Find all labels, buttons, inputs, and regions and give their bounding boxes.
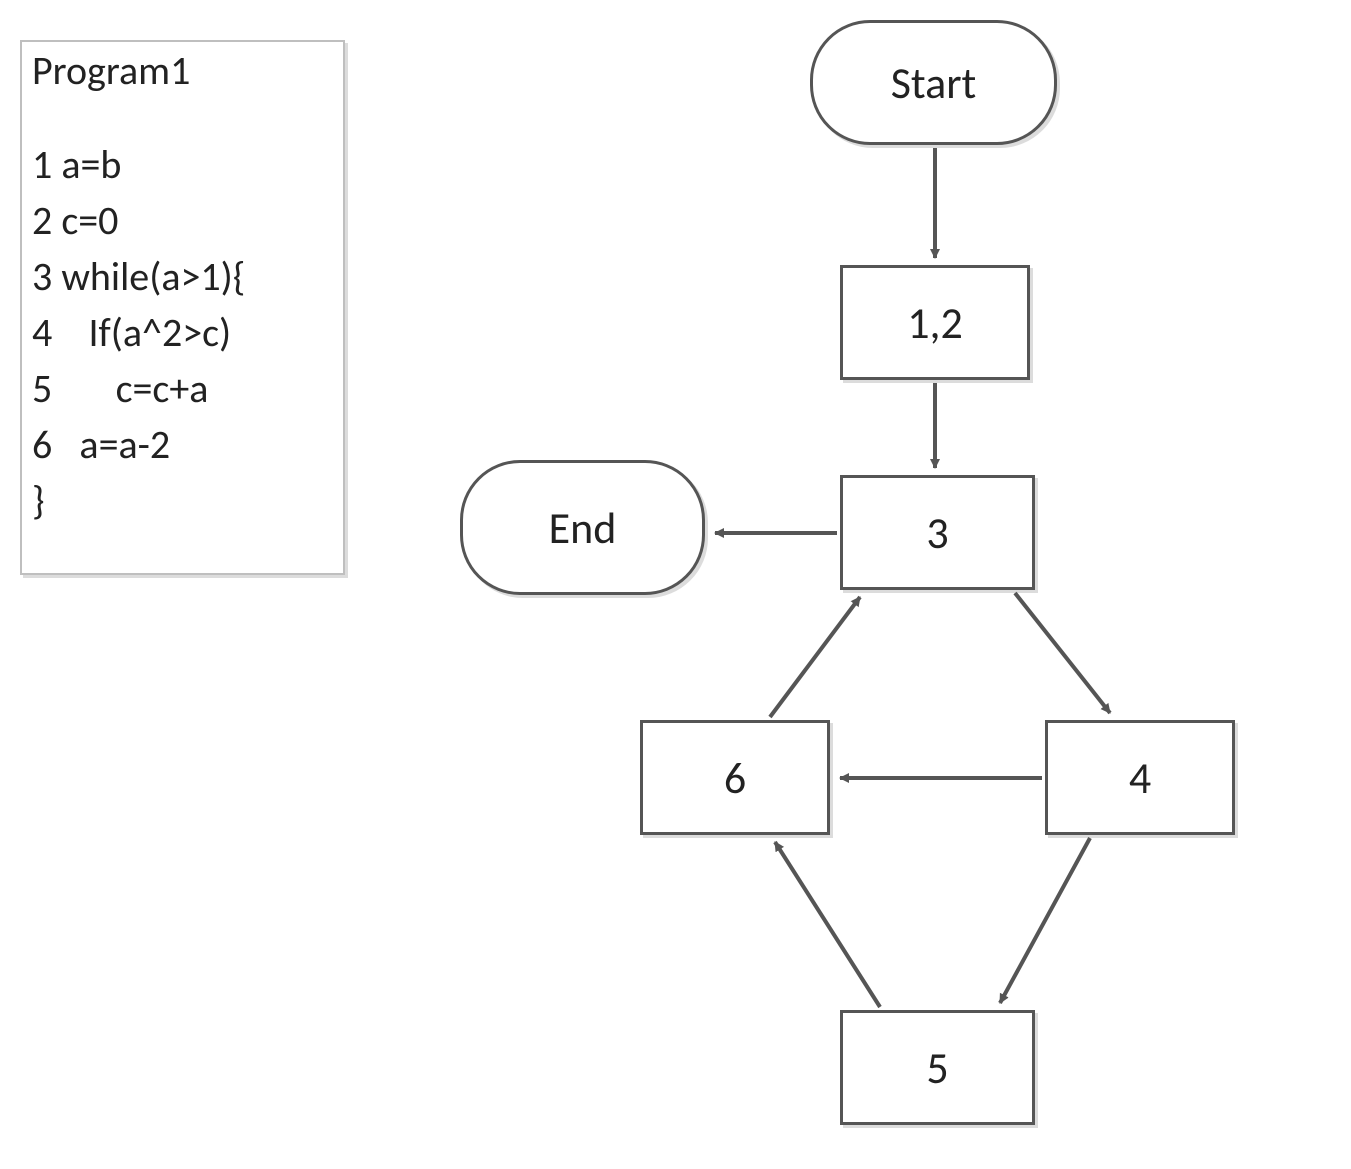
node-6: 6	[640, 720, 830, 835]
start-label: Start	[891, 56, 977, 110]
node-1-2-label: 1,2	[907, 296, 963, 350]
node-3: 3	[840, 475, 1035, 590]
code-title: Program1	[32, 47, 333, 95]
node-3-label: 3	[926, 506, 948, 560]
end-terminator: End	[460, 460, 705, 595]
code-line-1: 1 a=b	[32, 137, 333, 193]
end-label: End	[549, 501, 617, 555]
node-5-label: 5	[926, 1041, 948, 1095]
code-line-7: }	[32, 473, 333, 529]
node-5: 5	[840, 1010, 1035, 1125]
code-line-2: 2 c=0	[32, 193, 333, 249]
node-6-label: 6	[724, 751, 746, 805]
diagram-canvas: Program1 1 a=b 2 c=0 3 while(a>1){ 4 If(…	[0, 0, 1351, 1169]
code-box: Program1 1 a=b 2 c=0 3 while(a>1){ 4 If(…	[20, 40, 345, 575]
code-line-3: 3 while(a>1){	[32, 249, 333, 305]
code-line-4: 4 If(a^2>c)	[32, 305, 333, 361]
node-4-label: 4	[1129, 751, 1151, 805]
start-terminator: Start	[810, 20, 1057, 145]
code-line-5: 5 c=c+a	[32, 361, 333, 417]
code-line-6: 6 a=a-2	[32, 417, 333, 473]
node-1-2: 1,2	[840, 265, 1030, 380]
node-4: 4	[1045, 720, 1235, 835]
